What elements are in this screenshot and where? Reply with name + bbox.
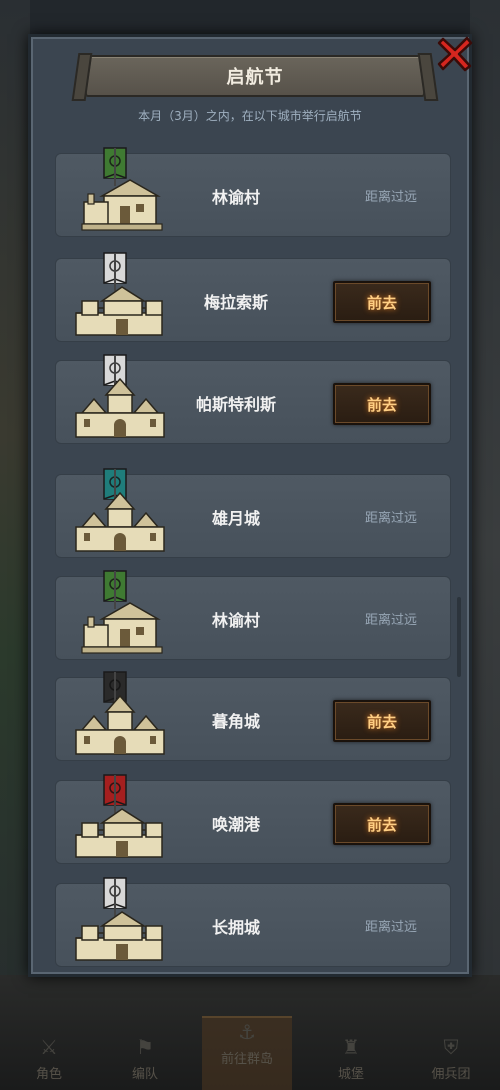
character-icon: ⚔ [40,1035,58,1059]
castle-icon [72,773,168,863]
city-name: 暮角城 [211,712,260,731]
city-name: 帕斯特利斯 [195,395,276,414]
nav-item-squad[interactable]: ⚑ 编队 [100,1035,190,1082]
go-button[interactable]: 前去 [333,803,431,845]
nav-label: 编队 [131,1067,158,1082]
castle-icon [72,353,168,443]
go-button[interactable]: 前去 [333,281,431,323]
castle-icon [72,670,168,760]
city-name: 林谕村 [211,611,260,630]
close-icon [437,36,473,72]
city-row: 长拥城 距离过远 [55,877,451,967]
close-button[interactable] [432,30,478,76]
city-row: 雄月城 距离过远 [55,468,451,558]
city-row: 唤潮港 前去 [55,774,451,864]
city-name: 林谕村 [211,188,260,207]
nav-label: 城堡 [337,1067,364,1082]
castle-icon [72,876,168,966]
background-right [470,0,500,1090]
background-left [0,0,30,1090]
nav-item-character[interactable]: ⚔ 角色 [4,1035,94,1082]
city-row: 林谕村 距离过远 [55,570,451,660]
festival-dialog: 启航节 本月（3月）之内，在以下城市举行启航节 林谕村 距离过远 梅拉索斯 前去… [28,34,472,977]
nav-label: 佣兵团 [431,1067,471,1082]
scrollbar[interactable] [457,597,461,677]
castle-icon [72,146,168,236]
city-name: 唤潮港 [211,815,260,834]
too-far-label: 距离过远 [364,511,417,526]
city-row: 帕斯特利斯 前去 [55,354,451,444]
too-far-label: 距离过远 [364,920,417,935]
too-far-label: 距离过远 [364,190,417,205]
mercenary-icon: ⛨ [443,1035,459,1059]
dialog-title: 启航节 [85,55,425,97]
go-button[interactable]: 前去 [333,383,431,425]
city-row: 梅拉索斯 前去 [55,252,451,342]
nav-item-islands[interactable]: ⚓ 前往群岛 [202,1016,292,1090]
castle-icon [72,569,168,659]
nav-item-mercenary[interactable]: ⛨ 佣兵团 [406,1035,496,1082]
city-name: 雄月城 [211,509,260,528]
too-far-label: 距离过远 [364,613,417,628]
nav-item-castle[interactable]: ♜ 城堡 [306,1035,396,1082]
castle-icon: ♜ [342,1035,360,1059]
city-name: 长拥城 [211,918,260,937]
nav-label: 前往群岛 [220,1052,273,1067]
city-name: 梅拉索斯 [203,293,268,312]
castle-icon [72,467,168,557]
nav-label: 角色 [35,1067,62,1082]
castle-icon [72,251,168,341]
bottom-nav: ⚔ 角色 ⚑ 编队 ⚓ 前往群岛 ♜ 城堡 ⛨ 佣兵团 [0,975,500,1090]
go-button[interactable]: 前去 [333,700,431,742]
island-icon: ⚓ [238,1020,256,1044]
dialog-subtitle: 本月（3月）之内，在以下城市举行启航节 [138,109,362,123]
city-row: 林谕村 距离过远 [55,147,451,237]
squad-icon: ⚑ [136,1035,154,1059]
city-row: 暮角城 前去 [55,671,451,761]
